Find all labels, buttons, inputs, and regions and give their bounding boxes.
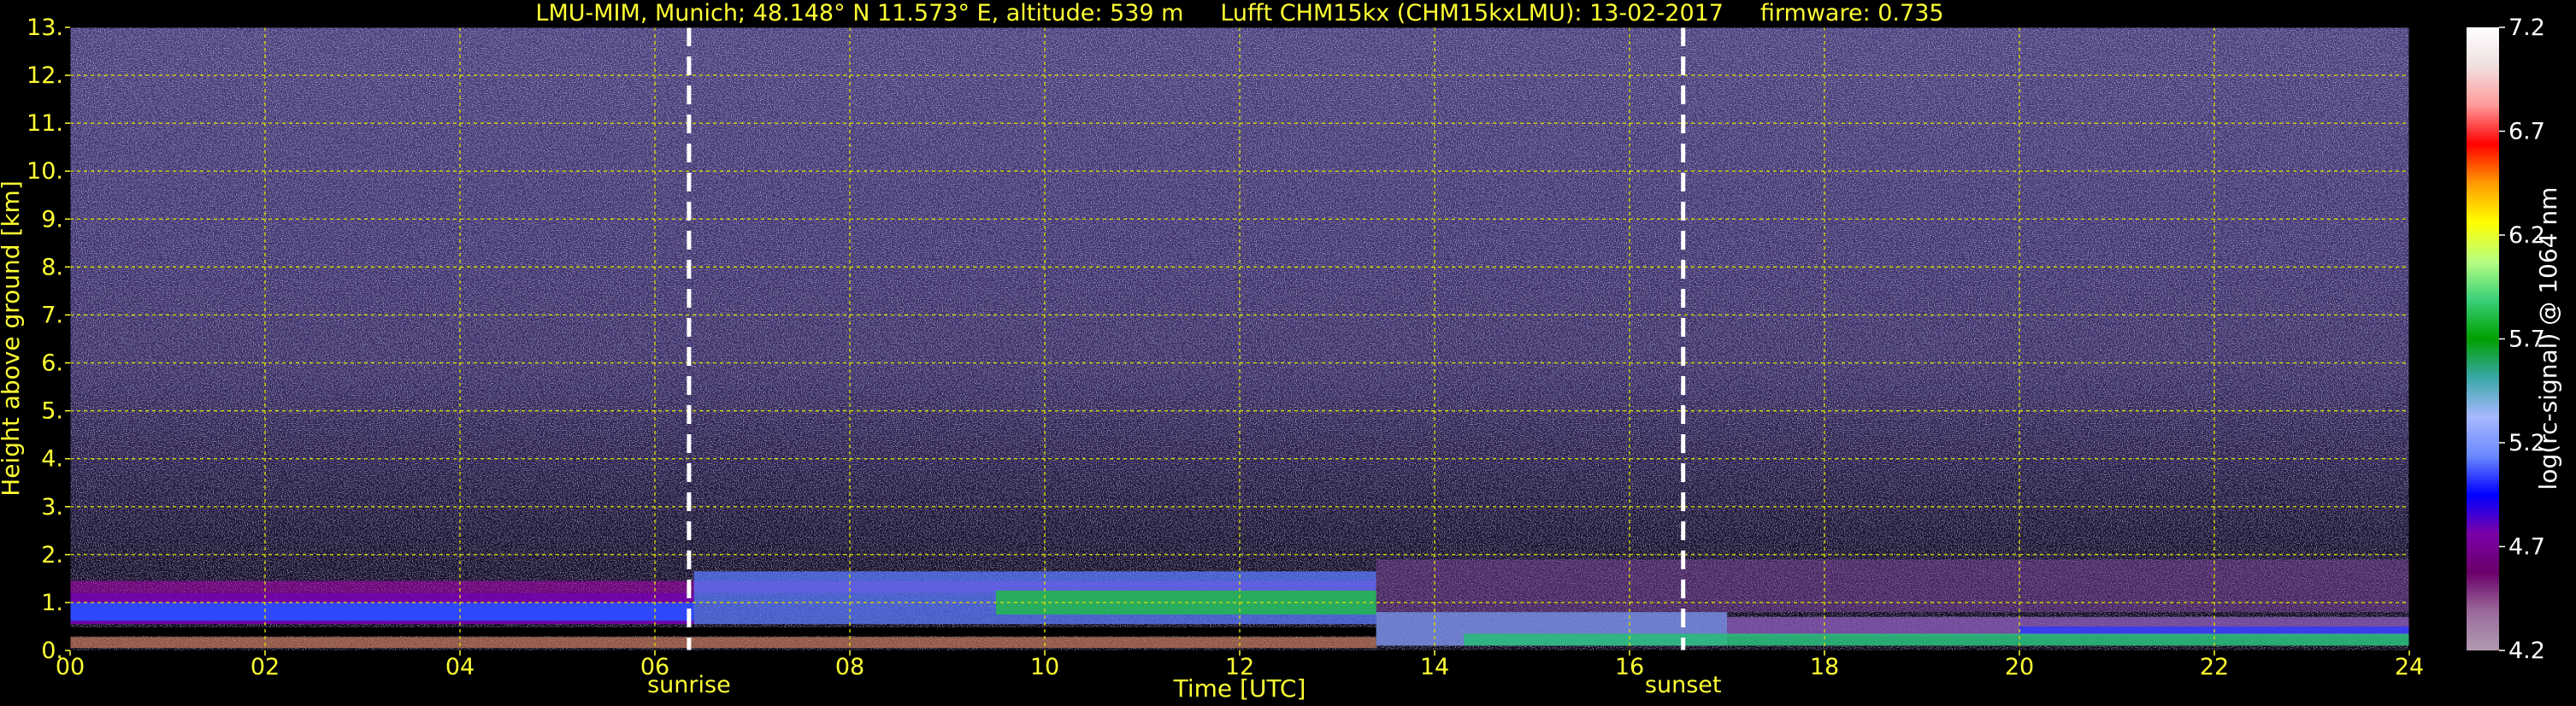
- x-tick-label: 02: [251, 654, 280, 680]
- y-tick-label: 2.: [41, 542, 63, 568]
- x-tick-label: 08: [835, 654, 864, 680]
- y-tick-label: 13.: [27, 15, 63, 41]
- y-tick-label: 12.: [27, 62, 63, 89]
- colorbar-tick-label: 7.2: [2508, 15, 2545, 41]
- y-tick-label: 4.: [41, 446, 63, 473]
- aerosol-band: [1464, 633, 2409, 646]
- x-tick-label: 10: [1030, 654, 1059, 680]
- aerosol-band: [70, 602, 694, 621]
- colorbar-tick-label: 6.7: [2508, 119, 2545, 145]
- x-tick-label: 14: [1420, 654, 1449, 680]
- y-tick-label: 0.: [41, 638, 63, 664]
- x-tick-label: 20: [2005, 654, 2034, 680]
- aerosol-band: [1376, 559, 2409, 613]
- ceilometer-chart: sunrise sunset 00 02 04 06 08 10 12 14 16 18 20 22 24…: [0, 0, 2562, 703]
- y-tick-label: 7.: [41, 302, 63, 328]
- colorbar: [2467, 27, 2499, 650]
- y-tick-label: 5.: [41, 398, 63, 425]
- y-tick-label: 6.: [41, 350, 63, 377]
- x-axis-label: Time [UTC]: [1173, 674, 1306, 703]
- colorbar-label: log(rc-signal) @ 1064 nm: [2534, 187, 2562, 491]
- colorbar-tick-label: 4.7: [2508, 534, 2545, 561]
- x-tick-label: 06: [640, 654, 669, 680]
- y-tick-label: 9.: [41, 206, 63, 232]
- y-axis-label: Height above ground [km]: [0, 180, 25, 497]
- y-tick-label: 8.: [41, 254, 63, 280]
- aerosol-band: [70, 637, 1376, 649]
- x-tick-label: 22: [2200, 654, 2229, 680]
- y-tick-label: 10.: [27, 158, 63, 185]
- x-tick-label: 18: [1810, 654, 1839, 680]
- y-tick-label: 11.: [27, 110, 63, 137]
- colorbar-tick-label: 4.2: [2508, 638, 2545, 664]
- y-tick-label: 1.: [41, 590, 63, 616]
- y-tick-labels: 0. 1. 2. 3. 4. 5. 6. 7. 8. 9. 10. 11. 12. 13.: [27, 15, 70, 664]
- x-tick-label: 16: [1615, 654, 1644, 680]
- aerosol-band: [70, 627, 1376, 637]
- chart-title: LMU-MIM, Munich; 48.148° N 11.573° E, al…: [535, 0, 1943, 26]
- sunset-label: sunset: [1645, 672, 1722, 698]
- x-tick-label: 04: [445, 654, 475, 680]
- y-tick-label: 3.: [41, 494, 63, 521]
- x-tick-label: 24: [2395, 654, 2424, 680]
